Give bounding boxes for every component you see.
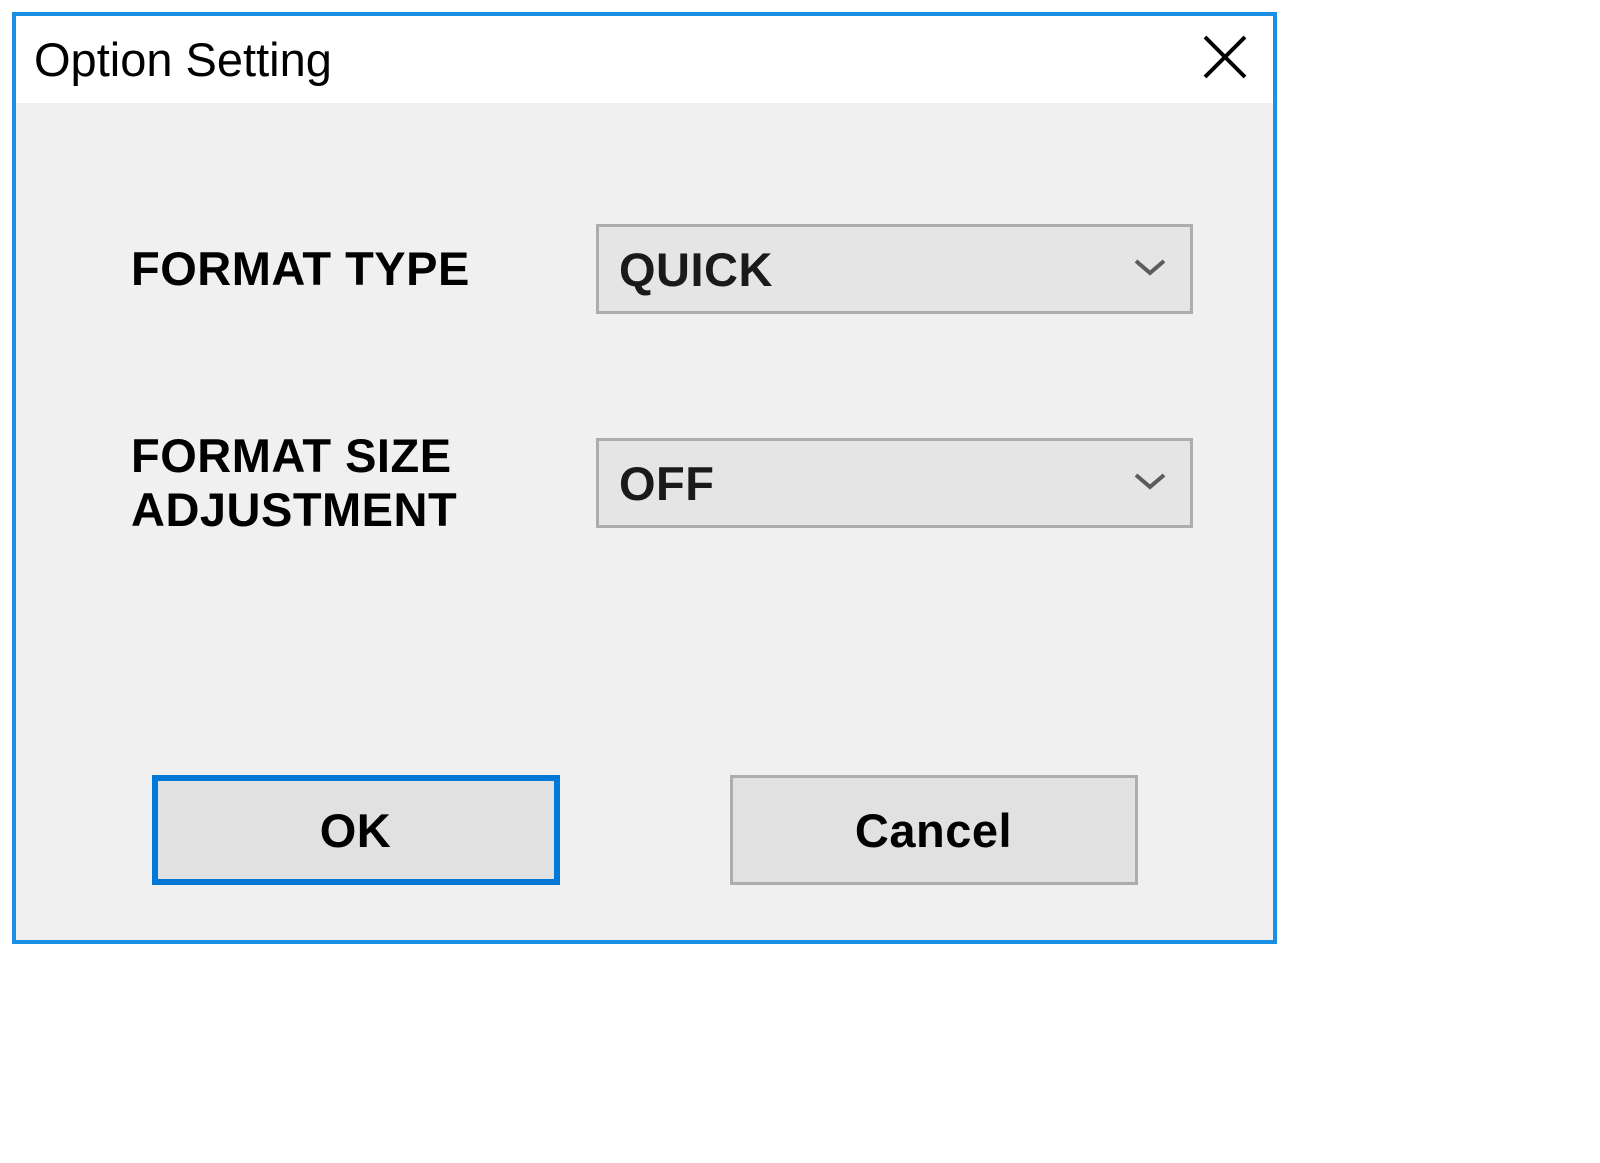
option-setting-dialog: Option Setting FORMAT TYPE QUICK	[12, 12, 1277, 944]
titlebar: Option Setting	[16, 16, 1273, 104]
close-button[interactable]	[1195, 30, 1255, 90]
chevron-down-icon	[1132, 469, 1168, 498]
ok-button-label: OK	[320, 803, 392, 858]
ok-button[interactable]: OK	[152, 775, 560, 885]
format-type-label: FORMAT TYPE	[131, 242, 596, 296]
format-size-adjustment-row: FORMAT SIZE ADJUSTMENT OFF	[131, 429, 1193, 537]
dialog-body: FORMAT TYPE QUICK FORMAT SIZE ADJUSTMENT…	[16, 104, 1273, 537]
close-icon	[1201, 33, 1249, 86]
format-size-adjustment-select[interactable]: OFF	[596, 438, 1193, 528]
format-type-row: FORMAT TYPE QUICK	[131, 224, 1193, 314]
cancel-button[interactable]: Cancel	[730, 775, 1138, 885]
dialog-title: Option Setting	[34, 32, 332, 87]
cancel-button-label: Cancel	[855, 803, 1012, 858]
format-type-value: QUICK	[619, 242, 773, 297]
button-row: OK Cancel	[16, 775, 1273, 885]
format-size-adjustment-value: OFF	[619, 456, 714, 511]
format-size-adjustment-label: FORMAT SIZE ADJUSTMENT	[131, 429, 596, 537]
chevron-down-icon	[1132, 255, 1168, 284]
format-type-select[interactable]: QUICK	[596, 224, 1193, 314]
